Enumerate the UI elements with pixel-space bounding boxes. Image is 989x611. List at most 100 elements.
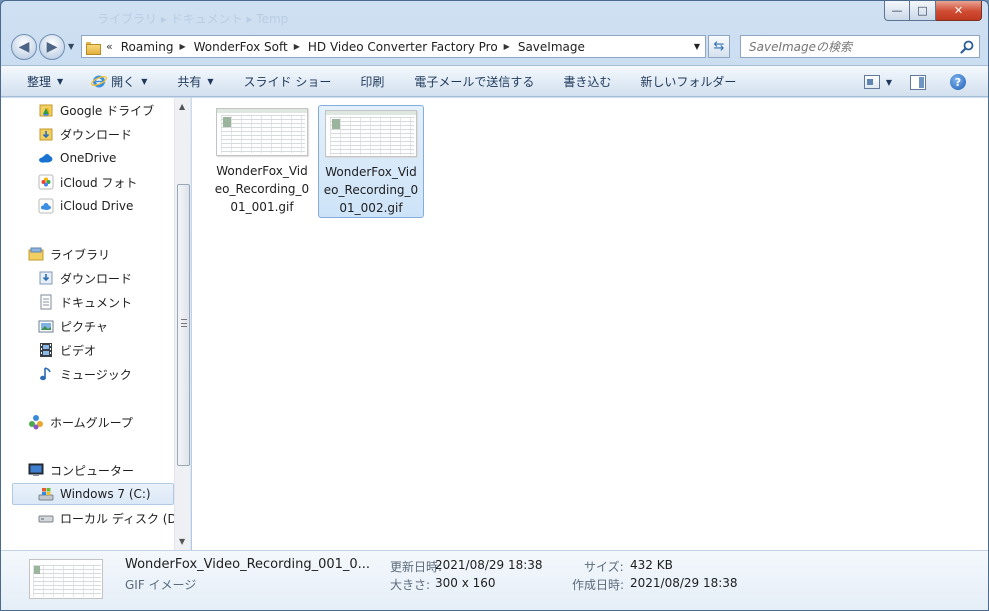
nav-item-local-disk[interactable]: ローカル ディスク (D	[38, 507, 177, 529]
details-pane: WonderFox_Video_Recording_001_0... GIF イ…	[1, 550, 988, 610]
back-button[interactable]: ◀	[11, 34, 37, 60]
dimensions-value: 300 x 160	[435, 576, 496, 590]
nav-item-homegroup[interactable]: ホームグループ	[28, 411, 133, 433]
created-label: 作成日時:	[572, 578, 625, 592]
minimize-button[interactable]: —	[884, 1, 910, 21]
refresh-button[interactable]: ⇆	[708, 35, 730, 58]
nav-item-label: ピクチャ	[60, 319, 108, 334]
arrow-right-icon: ▶	[46, 39, 58, 55]
modified-value: 2021/08/29 18:38	[435, 558, 543, 572]
arrow-left-icon: ◀	[18, 39, 30, 55]
address-bar[interactable]: « Roaming ▶ WonderFox Soft ▶ HD Video Co…	[81, 35, 706, 58]
file-item[interactable]: WonderFox_Video_Recording_001_001.gif	[209, 104, 315, 217]
breadcrumb-arrow-icon[interactable]: ▶	[179, 42, 185, 51]
nav-item-label: ホームグループ	[50, 415, 133, 430]
gif-thumbnail	[216, 108, 308, 156]
nav-item-label: Google ドライブ	[60, 103, 155, 118]
nav-item-label: ビデオ	[60, 343, 97, 358]
nav-item-music[interactable]: ミュージック	[38, 363, 132, 385]
preview-pane-icon[interactable]	[910, 74, 926, 90]
nav-item-computer[interactable]: コンピューター	[28, 459, 134, 481]
background-window-title: ライブラリ ▸ ドキュメント ▸ Temp	[97, 12, 289, 26]
nav-item-label: ダウンロード	[60, 127, 133, 142]
breadcrumb-arrow-icon[interactable]: ▶	[294, 42, 300, 51]
command-bar-right: ▼ ?	[863, 66, 988, 98]
organize-label: 整理	[27, 74, 52, 89]
scroll-thumb[interactable]	[177, 184, 190, 466]
dropdown-arrow-icon: ▼	[207, 76, 214, 86]
folder-icon	[86, 41, 101, 55]
file-item-selected[interactable]: WonderFox_Video_Recording_001_002.gif	[318, 105, 424, 218]
file-list[interactable]: WonderFox_Video_Recording_001_001.gif Wo…	[192, 98, 988, 550]
new-folder-button[interactable]: 新しいフォルダー	[635, 70, 741, 92]
address-dropdown-icon[interactable]: ▼	[694, 42, 700, 51]
nav-item-label: ダウンロード	[60, 271, 133, 286]
dropdown-arrow-icon: ▼	[141, 76, 148, 86]
computer-icon	[28, 462, 44, 478]
nav-item-label: ライブラリ	[50, 247, 111, 262]
details-thumbnail	[29, 559, 103, 599]
title-bar[interactable]: ライブラリ ▸ ドキュメント ▸ Temp — □ ✕	[1, 1, 988, 31]
nav-item-label: ミュージック	[60, 367, 132, 382]
size-label: サイズ:	[584, 560, 624, 574]
nav-item-videos[interactable]: ビデオ	[38, 339, 96, 361]
scroll-down-arrow-icon[interactable]: ▼	[179, 537, 185, 546]
help-icon[interactable]: ?	[950, 74, 966, 90]
dimensions-label: 大きさ:	[390, 578, 431, 592]
nav-item-windows7-drive[interactable]: Windows 7 (C:)	[12, 483, 174, 505]
nav-item-documents[interactable]: ドキュメント	[38, 291, 132, 313]
dropdown-arrow-icon: ▼	[57, 76, 64, 86]
search-input[interactable]	[749, 39, 959, 54]
scroll-grip-icon	[181, 319, 187, 327]
breadcrumb-hd-video-converter[interactable]: HD Video Converter Factory Pro	[308, 40, 498, 54]
print-button[interactable]: 印刷	[355, 70, 389, 92]
nav-item-icloud-photos[interactable]: iCloud フォト	[38, 171, 137, 193]
refresh-icon: ⇆	[713, 39, 725, 54]
nav-item-label: iCloud Drive	[60, 199, 134, 213]
navigation-scrollbar[interactable]: ▲ ▼	[174, 98, 190, 550]
change-view-icon[interactable]	[863, 75, 880, 89]
nav-item-label: ドキュメント	[60, 295, 133, 310]
breadcrumb-saveimage[interactable]: SaveImage	[518, 40, 585, 54]
details-file-name: WonderFox_Video_Recording_001_0...	[125, 557, 371, 572]
recent-pages-dropdown[interactable]: ▼	[68, 42, 74, 51]
nav-item-onedrive[interactable]: OneDrive	[38, 147, 116, 169]
email-button[interactable]: 電子メールで送信する	[409, 70, 539, 92]
address-overflow-chevron[interactable]: «	[106, 40, 113, 53]
maximize-button[interactable]: □	[910, 1, 936, 21]
open-label: 開く	[111, 74, 136, 89]
system-drive-icon	[38, 486, 54, 502]
breadcrumb-arrow-icon[interactable]: ▶	[504, 42, 510, 51]
file-name: WonderFox_Video_Recording_001_001.gif	[214, 164, 310, 214]
music-note-icon	[38, 366, 54, 382]
share-menu[interactable]: 共有 ▼	[172, 70, 218, 92]
nav-item-google-drive[interactable]: Google ドライブ	[38, 99, 154, 121]
burn-button[interactable]: 書き込む	[558, 70, 616, 92]
view-dropdown-arrow-icon[interactable]: ▼	[886, 78, 892, 87]
nav-item-label: コンピューター	[50, 463, 135, 478]
google-drive-folder-icon	[38, 102, 54, 118]
nav-item-downloads[interactable]: ダウンロード	[38, 123, 132, 145]
nav-item-label: iCloud フォト	[60, 175, 138, 190]
size-value: 432 KB	[630, 558, 673, 572]
scroll-up-arrow-icon[interactable]: ▲	[179, 102, 185, 111]
breadcrumb-roaming[interactable]: Roaming	[121, 40, 174, 54]
pictures-icon	[38, 318, 54, 334]
slideshow-button[interactable]: スライド ショー	[239, 70, 337, 92]
organize-menu[interactable]: 整理 ▼	[22, 70, 68, 92]
nav-item-libraries[interactable]: ライブラリ	[28, 243, 110, 265]
nav-item-library-downloads[interactable]: ダウンロード	[38, 267, 132, 289]
forward-button[interactable]: ▶	[39, 34, 65, 60]
nav-item-pictures[interactable]: ピクチャ	[38, 315, 108, 337]
onedrive-cloud-icon	[38, 150, 54, 166]
close-button[interactable]: ✕	[936, 1, 982, 21]
search-box[interactable]	[740, 35, 980, 58]
search-icon[interactable]	[959, 39, 975, 55]
nav-item-label: Windows 7 (C:)	[60, 487, 151, 501]
hard-drive-icon	[38, 510, 54, 526]
nav-item-icloud-drive[interactable]: iCloud Drive	[38, 195, 133, 217]
created-value: 2021/08/29 18:38	[630, 576, 738, 590]
breadcrumb-wonderfox-soft[interactable]: WonderFox Soft	[194, 40, 288, 54]
open-menu[interactable]: 開く ▼	[86, 70, 152, 92]
gif-thumbnail	[325, 110, 417, 157]
